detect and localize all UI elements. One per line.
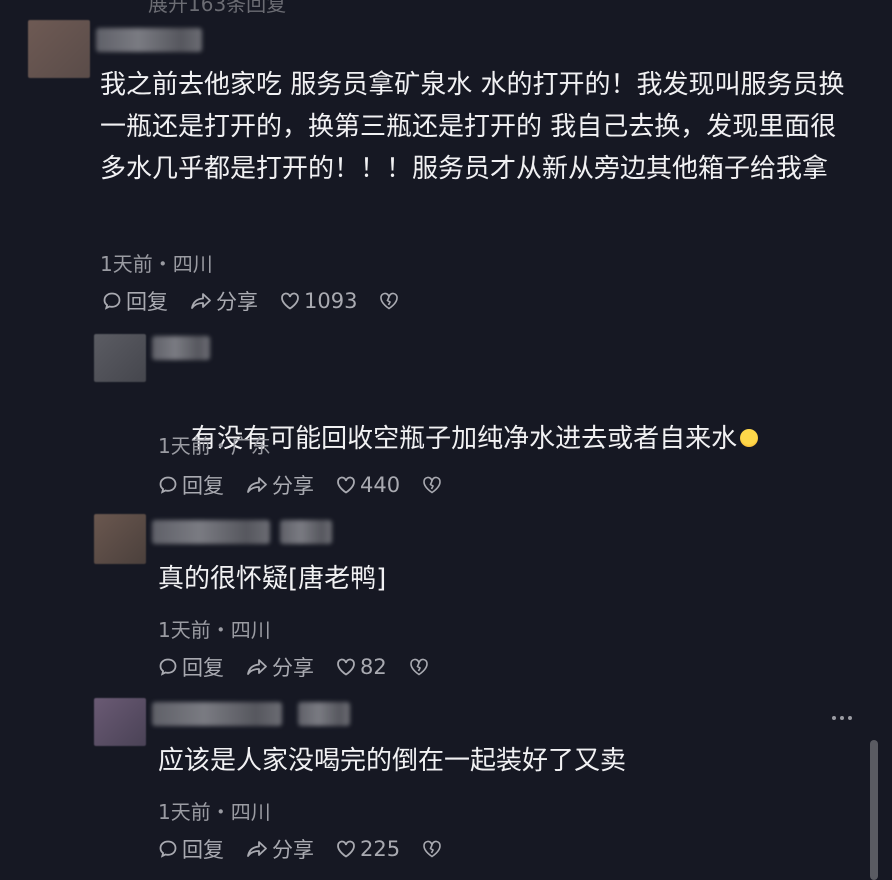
reply-label: 回复: [182, 656, 224, 680]
heart-icon: [281, 292, 299, 310]
comment-meta: 1天前・四川: [100, 252, 213, 276]
avatar[interactable]: [28, 20, 90, 78]
like-count: 440: [360, 473, 401, 497]
comment-bubble-icon: [159, 658, 177, 676]
heart-icon: [337, 476, 355, 494]
username-blurred[interactable]: [152, 336, 210, 360]
like-button[interactable]: 1093: [280, 289, 357, 313]
reply-label: 回复: [182, 838, 224, 862]
expand-replies-link[interactable]: 展开163条回复: [148, 0, 286, 17]
avatar[interactable]: [94, 698, 146, 746]
comment-meta: 1天前・广东: [158, 434, 271, 458]
broken-heart-icon: [380, 292, 399, 310]
username-blurred[interactable]: [96, 28, 202, 52]
comment-meta: 1天前・四川: [158, 800, 271, 824]
avatar[interactable]: [94, 514, 146, 564]
comment-text: 真的很怀疑[唐老鸭]: [158, 564, 387, 594]
reply-button[interactable]: 回复: [158, 470, 224, 500]
dislike-button[interactable]: [409, 658, 433, 676]
username-blurred-2[interactable]: [280, 520, 332, 544]
broken-heart-icon: [423, 840, 441, 858]
share-label: 分享: [272, 838, 314, 862]
share-button[interactable]: 分享: [246, 470, 314, 500]
scrollbar[interactable]: [870, 740, 878, 880]
comment-text: 我之前去他家吃 服务员拿矿泉水 水的打开的！我发现叫服务员换一瓶还是打开的，换第…: [100, 70, 845, 184]
reply-label: 回复: [182, 474, 224, 498]
dislike-button[interactable]: [422, 840, 446, 858]
username-blurred-2[interactable]: [298, 702, 350, 726]
more-options-icon[interactable]: [832, 716, 852, 720]
avatar[interactable]: [94, 334, 146, 382]
share-label: 分享: [272, 474, 314, 498]
like-count: 82: [360, 655, 387, 679]
share-label: 分享: [272, 656, 314, 680]
share-label: 分享: [216, 290, 258, 314]
reply-button[interactable]: 回复: [158, 652, 224, 682]
like-button[interactable]: 225: [336, 837, 400, 861]
comment-bubble-icon: [159, 476, 177, 494]
share-button[interactable]: 分享: [190, 286, 258, 316]
reply-button[interactable]: 回复: [102, 286, 168, 316]
comment-text-content: 有没有可能回收空瓶子加纯净水进去或者自来水: [191, 424, 738, 454]
like-button[interactable]: 82: [336, 655, 387, 679]
comment-bubble-icon: [103, 292, 121, 310]
username-blurred[interactable]: [152, 702, 282, 726]
share-button[interactable]: 分享: [246, 834, 314, 864]
username-blurred[interactable]: [152, 520, 270, 544]
like-count: 1093: [304, 289, 358, 313]
share-arrow-icon: [247, 659, 267, 675]
heart-icon: [337, 840, 355, 858]
reply-label: 回复: [126, 290, 168, 314]
laughing-tears-emoji-icon: [740, 428, 759, 447]
like-count: 225: [360, 837, 401, 861]
reply-button[interactable]: 回复: [158, 834, 224, 864]
dislike-button[interactable]: [422, 476, 446, 494]
like-button[interactable]: 440: [336, 473, 400, 497]
dislike-button[interactable]: [379, 292, 403, 310]
comment-meta: 1天前・四川: [158, 618, 271, 642]
broken-heart-icon: [423, 476, 441, 494]
comment-bubble-icon: [159, 840, 177, 858]
share-arrow-icon: [191, 293, 211, 309]
broken-heart-icon: [409, 658, 428, 676]
share-button[interactable]: 分享: [246, 652, 314, 682]
share-arrow-icon: [247, 841, 267, 857]
share-arrow-icon: [247, 477, 267, 493]
comment-text: 应该是人家没喝完的倒在一起装好了又卖: [158, 746, 627, 776]
heart-icon: [337, 658, 355, 676]
